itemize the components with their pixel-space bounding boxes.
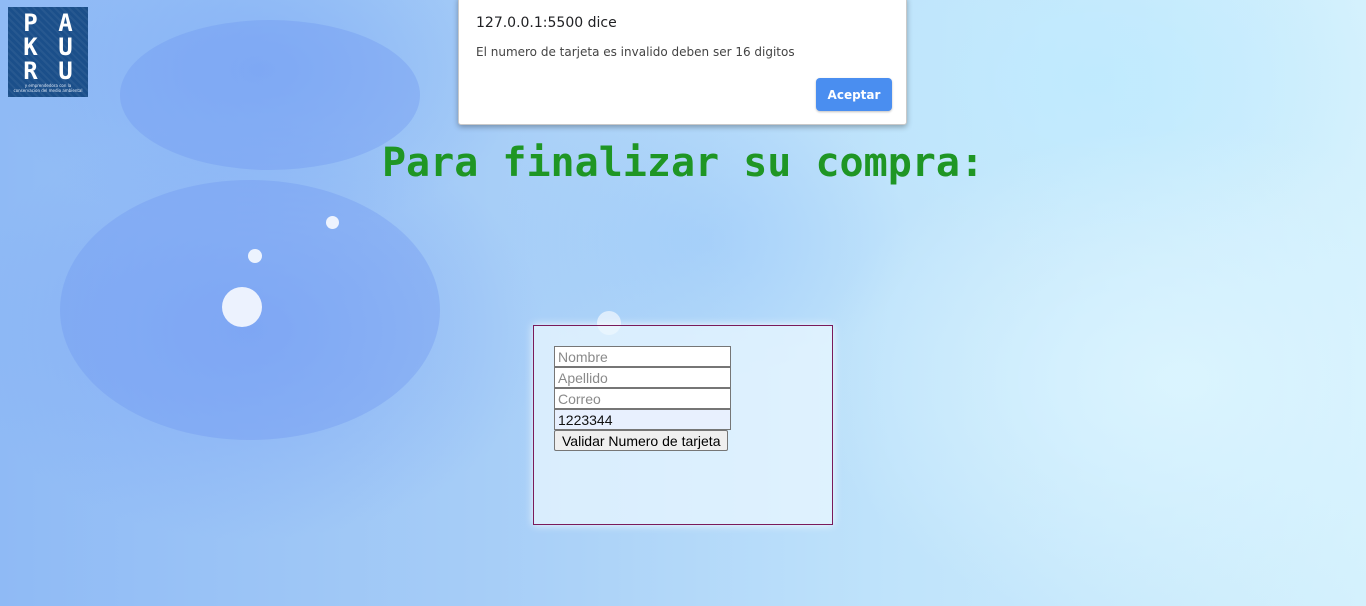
logo-letter: A [58,9,73,37]
paint-splash [326,216,339,229]
logo-letter: U [58,33,73,61]
dialog-origin: 127.0.0.1:5500 dice [476,15,617,31]
logo-letter: R [23,57,38,85]
page-title: Para finalizar su compra: [381,140,985,186]
logo-tagline: y emprendedora con la conservacion del m… [13,83,83,93]
correo-input[interactable] [554,388,731,409]
pakuru-logo: P A K U R U y emprendedora con la conser… [8,7,88,97]
paint-splash [248,249,262,263]
validate-card-button[interactable]: Validar Numero de tarjeta [554,430,729,451]
logo-letter: U [58,57,73,85]
apellido-input[interactable] [554,367,731,388]
purchase-form: Validar Numero de tarjeta [533,325,833,525]
paint-splash [222,287,262,327]
logo-letter: K [23,33,38,61]
nombre-input[interactable] [554,346,731,367]
accept-button[interactable]: Aceptar [816,78,892,111]
dialog-message: El numero de tarjeta es invalido deben s… [476,45,795,59]
logo-letter: P [23,9,38,37]
card-number-input[interactable] [554,409,731,430]
alert-dialog: 127.0.0.1:5500 dice El numero de tarjeta… [458,0,907,125]
